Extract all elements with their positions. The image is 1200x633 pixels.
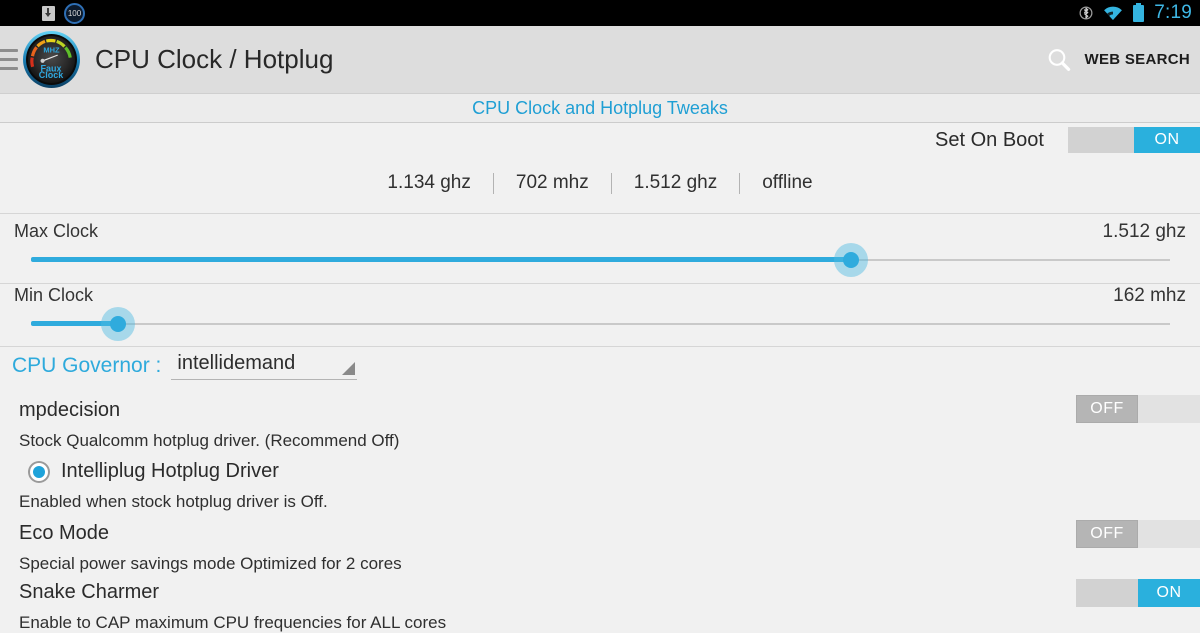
toggle-track bbox=[1068, 127, 1134, 153]
toggle-track bbox=[1076, 579, 1138, 607]
divider bbox=[0, 283, 1200, 284]
hamburger-line bbox=[0, 67, 18, 70]
setting-title: Intelliplug Hotplug Driver bbox=[61, 460, 279, 482]
status-bar-left-icons: 100 bbox=[0, 2, 85, 24]
app-icon-unit: MHZ bbox=[43, 46, 60, 55]
setting-title-row: Intelliplug Hotplug Driver bbox=[0, 460, 1200, 483]
bluetooth-icon bbox=[1079, 6, 1093, 20]
setting-title: Eco Mode bbox=[19, 522, 110, 544]
search-icon bbox=[1049, 48, 1071, 71]
setting-row-mpdecision[interactable]: mpdecision Stock Qualcomm hotplug driver… bbox=[0, 395, 1200, 451]
app-icon-brand-bottom: Clock bbox=[39, 70, 65, 80]
subtitle-bar: CPU Clock and Hotplug Tweaks bbox=[0, 94, 1200, 123]
app-screen: 100 7:19 MHZ Faux Clock CPU Clock / Hotp… bbox=[0, 0, 1200, 633]
min-clock-header: Min Clock 162 mhz bbox=[0, 285, 1200, 307]
hamburger-line bbox=[0, 58, 18, 61]
snake-charmer-toggle[interactable]: ON bbox=[1076, 579, 1200, 607]
hamburger-line bbox=[0, 49, 18, 52]
subtitle-text: CPU Clock and Hotplug Tweaks bbox=[472, 97, 728, 118]
eco-mode-toggle[interactable]: OFF bbox=[1076, 520, 1200, 548]
cpu-governor-row: CPU Governor : intellidemand bbox=[12, 350, 358, 380]
fauxclock-gauge-icon[interactable]: MHZ Faux Clock bbox=[22, 30, 81, 89]
dropdown-triangle-icon bbox=[342, 362, 356, 375]
max-clock-value: 1.512 ghz bbox=[1102, 221, 1186, 242]
toggle-track bbox=[1138, 395, 1200, 423]
cpu-core-2-value: 1.512 ghz bbox=[633, 172, 718, 193]
max-clock-header: Max Clock 1.512 ghz bbox=[0, 221, 1200, 243]
toggle-knob: ON bbox=[1138, 579, 1200, 607]
slider-rail bbox=[31, 323, 1170, 325]
web-search-button[interactable]: WEB SEARCH bbox=[1045, 26, 1190, 93]
set-on-boot-label: Set On Boot bbox=[935, 128, 1044, 151]
min-clock-slider[interactable] bbox=[31, 307, 1170, 341]
wifi-icon bbox=[1104, 6, 1123, 20]
slider-thumb[interactable] bbox=[834, 243, 869, 277]
toggle-knob: OFF bbox=[1076, 520, 1138, 548]
min-clock-value: 162 mhz bbox=[1113, 285, 1186, 306]
setting-row-intelliplug[interactable]: Intelliplug Hotplug Driver Enabled when … bbox=[0, 460, 1200, 512]
setting-title: Snake Charmer bbox=[19, 581, 160, 603]
cpu-governor-dropdown[interactable]: intellidemand bbox=[171, 350, 358, 380]
setting-description: Special power savings mode Optimized for… bbox=[19, 554, 402, 573]
cpu-core-3-value: offline bbox=[762, 172, 813, 193]
setting-description: Enabled when stock hotplug driver is Off… bbox=[19, 492, 328, 511]
divider bbox=[0, 213, 1200, 214]
battery-icon bbox=[1133, 2, 1145, 22]
slider-fill bbox=[31, 257, 852, 262]
toggle-knob: OFF bbox=[1076, 395, 1138, 423]
download-icon bbox=[42, 5, 55, 21]
toggle-knob: ON bbox=[1134, 127, 1200, 153]
hamburger-menu-icon[interactable] bbox=[0, 49, 18, 70]
setting-description: Enable to CAP maximum CPU frequencies fo… bbox=[19, 613, 447, 632]
battery-100-badge-icon: 100 bbox=[64, 2, 85, 24]
setting-row-eco-mode[interactable]: Eco Mode Special power savings mode Opti… bbox=[0, 520, 1200, 574]
max-clock-slider[interactable] bbox=[31, 243, 1170, 277]
mpdecision-toggle[interactable]: OFF bbox=[1076, 395, 1200, 423]
slider-thumb[interactable] bbox=[100, 307, 135, 341]
cpu-core-1-value: 702 mhz bbox=[515, 172, 589, 193]
set-on-boot-row: Set On Boot ON bbox=[0, 123, 1200, 157]
divider bbox=[0, 346, 1200, 347]
page-title: CPU Clock / Hotplug bbox=[95, 44, 334, 74]
web-search-label: WEB SEARCH bbox=[1084, 51, 1190, 68]
cpu-governor-label: CPU Governor : bbox=[12, 354, 162, 377]
intelliplug-radio-button[interactable] bbox=[28, 460, 50, 483]
action-bar: MHZ Faux Clock CPU Clock / Hotplug WEB S… bbox=[0, 26, 1200, 94]
setting-title: mpdecision bbox=[19, 399, 121, 421]
toggle-track bbox=[1138, 520, 1200, 548]
setting-description: Stock Qualcomm hotplug driver. (Recommen… bbox=[19, 431, 400, 450]
status-bar-clock: 7:19 bbox=[1154, 2, 1192, 23]
cpu-core-0-value: 1.134 ghz bbox=[387, 172, 471, 193]
cpu-governor-value: intellidemand bbox=[177, 352, 296, 374]
status-bar-right-icons: 7:19 bbox=[1079, 0, 1192, 26]
max-clock-label: Max Clock bbox=[14, 221, 99, 241]
android-status-bar: 100 7:19 bbox=[0, 0, 1200, 26]
setting-row-snake-charmer[interactable]: Snake Charmer Enable to CAP maximum CPU … bbox=[0, 579, 1200, 633]
min-clock-slider-block: Min Clock 162 mhz bbox=[0, 285, 1200, 341]
cpu-core-frequency-row: 1.134 ghz 702 mhz 1.512 ghz offline bbox=[0, 167, 1200, 199]
max-clock-slider-block: Max Clock 1.512 ghz bbox=[0, 221, 1200, 277]
set-on-boot-toggle[interactable]: ON bbox=[1068, 127, 1200, 153]
min-clock-label: Min Clock bbox=[14, 285, 94, 305]
